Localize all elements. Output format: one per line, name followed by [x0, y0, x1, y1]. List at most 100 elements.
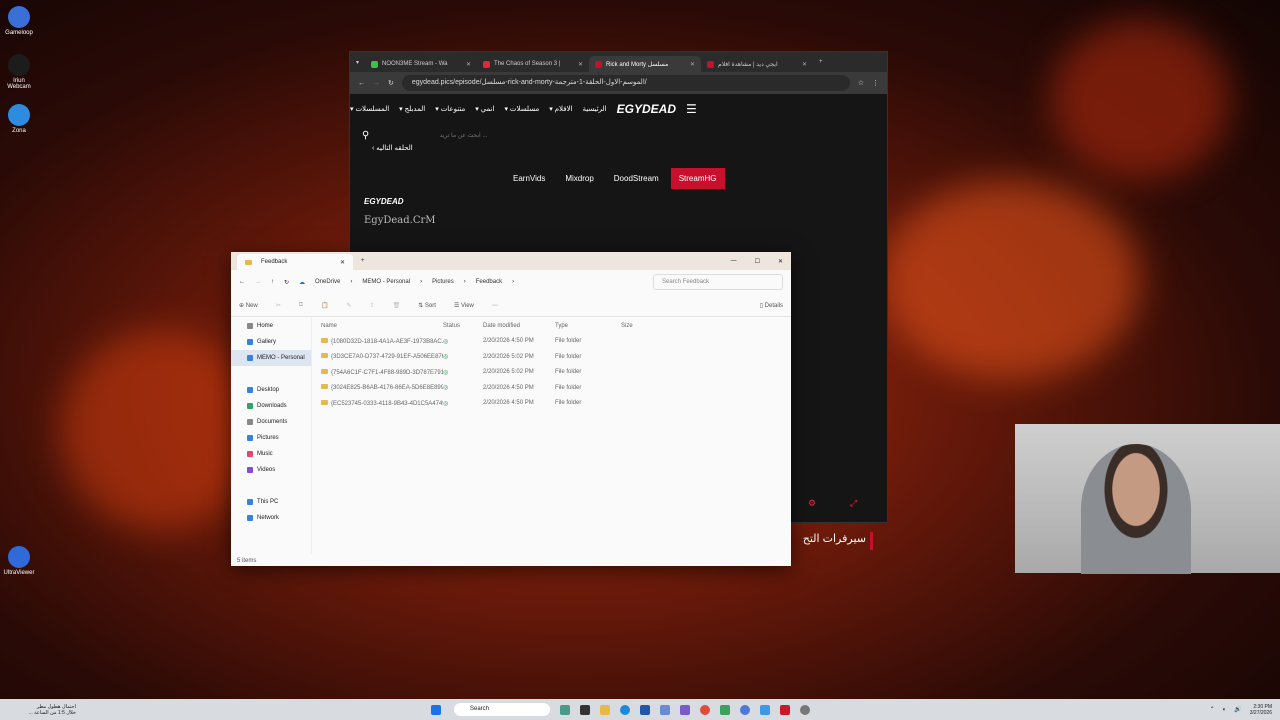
edge-icon[interactable]	[620, 704, 630, 715]
site-nav-item[interactable]: المسلسلات ▾	[350, 105, 389, 113]
close-tab-icon[interactable]: ✕	[802, 61, 807, 68]
chevron-up-icon[interactable]: ⌃	[1210, 706, 1215, 713]
forward-icon[interactable]: →	[373, 80, 380, 87]
site-nav-item[interactable]: متنوعات ▾	[435, 105, 465, 113]
breadcrumb-item[interactable]: MEMO - Personal	[362, 279, 410, 285]
column-header[interactable]: Name	[317, 323, 443, 329]
site-logo[interactable]: EGYDEAD	[617, 102, 676, 116]
start-icon[interactable]	[431, 704, 441, 715]
column-header[interactable]: Date modified	[483, 323, 555, 329]
star-icon[interactable]: ☆	[858, 79, 864, 87]
share-icon[interactable]: ⇪	[370, 302, 375, 309]
desktop-icon-0[interactable]: Gameloop	[2, 6, 36, 36]
nav-item[interactable]: MEMO - Personal	[231, 350, 311, 366]
player-fullscreen-icon[interactable]: ⤢	[850, 498, 857, 509]
desktop-icon-2[interactable]: Zona	[2, 104, 36, 134]
network-icon[interactable]: ◐	[1223, 707, 1227, 713]
delete-icon[interactable]: 🗑	[393, 302, 401, 309]
browser-tab[interactable]: ايجي ديد | مشاهدة افلام ✕	[701, 56, 813, 72]
explorer-tab[interactable]: Feedback ✕	[237, 254, 353, 270]
copy-icon[interactable]: ⧉	[299, 302, 303, 309]
widgets-icon[interactable]	[560, 704, 570, 715]
table-row[interactable]: {1080D32D-1818-4A1A-AE3F-1973B8AC... ◎ 2/2…	[317, 334, 791, 350]
taskbar-search[interactable]: Search	[454, 703, 550, 716]
close-icon[interactable]: ✕	[778, 258, 783, 265]
site-nav-item[interactable]: الرئيسية	[583, 105, 607, 113]
server-tab[interactable]: Mixdrop	[557, 168, 601, 189]
close-tab-icon[interactable]: ✕	[578, 61, 583, 68]
new-button[interactable]: ⊕ New	[239, 302, 258, 309]
app-icon[interactable]	[760, 704, 770, 715]
clock[interactable]: 2:30 PM 3/27/2026	[1250, 704, 1272, 716]
site-nav-item[interactable]: مسلسلات ▾	[504, 105, 539, 113]
close-tab-icon[interactable]: ✕	[340, 259, 345, 266]
nav-item[interactable]: Pictures	[231, 430, 311, 446]
maximize-icon[interactable]: ☐	[755, 258, 760, 265]
more-icon[interactable]: ⋯	[492, 302, 498, 309]
player-settings-icon[interactable]: ⚙	[808, 498, 816, 509]
nav-item[interactable]: This PC	[231, 494, 311, 510]
app-icon[interactable]	[780, 704, 790, 715]
view-button[interactable]: ☰ View	[454, 302, 474, 309]
browser-tab[interactable]: NOON3ME Stream - Wa ✕	[365, 56, 477, 72]
site-nav-item[interactable]: انمي ▾	[475, 105, 494, 113]
weather-widget[interactable]: احتمال هطول مطر خلال 1:5 من الساعة ...	[0, 704, 76, 716]
app-icon[interactable]	[720, 704, 730, 715]
minimize-icon[interactable]: —	[731, 258, 737, 265]
volume-icon[interactable]: 🔊	[1234, 706, 1241, 713]
back-icon[interactable]: ←	[358, 80, 365, 87]
breadcrumb-item[interactable]: OneDrive	[315, 279, 340, 285]
photos-icon[interactable]	[660, 704, 670, 715]
url-field[interactable]: egydead.pics/episode/مسلسل-rick-and-mort…	[401, 75, 850, 91]
browser-tab[interactable]: The Chaos of Season 3 | ✕	[477, 56, 589, 72]
column-header[interactable]: Type	[555, 323, 621, 329]
table-row[interactable]: {754A6C1F-C7F1-4F88-989D-3D787E791A... ◎ 2…	[317, 365, 791, 381]
nav-item[interactable]: Gallery	[231, 334, 311, 350]
browser-tab[interactable]: Rick and Morty مسلسل ✕	[589, 56, 702, 72]
nav-item[interactable]: Music	[231, 446, 311, 462]
desktop-icon-3[interactable]: UltraViewer	[2, 546, 36, 576]
nav-item[interactable]: Videos	[231, 462, 311, 478]
new-tab-icon[interactable]: +	[819, 59, 823, 65]
forward-icon[interactable]: →	[255, 279, 261, 285]
refresh-icon[interactable]: ↻	[284, 279, 289, 286]
file-explorer-icon[interactable]	[600, 704, 610, 715]
server-tab[interactable]: DoodStream	[606, 168, 667, 189]
close-tab-icon[interactable]: ✕	[466, 61, 471, 68]
site-nav-item[interactable]: الافلام ▾	[549, 105, 572, 113]
next-episode-link[interactable]: ‹ الحلقه التاليه	[372, 144, 413, 152]
back-icon[interactable]: ←	[239, 279, 245, 285]
table-row[interactable]: {3024E825-B6AB-4176-86EA-5D6E8E8992... ◎ 2…	[317, 380, 791, 396]
column-header[interactable]: Status	[443, 323, 483, 329]
nav-item[interactable]: Desktop	[231, 382, 311, 398]
close-tab-icon[interactable]: ✕	[690, 61, 695, 68]
chrome-icon[interactable]	[700, 704, 710, 715]
site-nav-item[interactable]: المدبلج ▾	[399, 105, 425, 113]
paste-icon[interactable]: 📋	[321, 302, 328, 309]
new-tab-icon[interactable]: +	[361, 258, 365, 264]
column-header[interactable]: Size	[621, 323, 651, 329]
nav-item[interactable]: Network	[231, 510, 311, 526]
menu-icon[interactable]: ⋮	[872, 79, 879, 87]
up-icon[interactable]: ↑	[271, 279, 274, 285]
site-search-input[interactable]: ابحث عن ما تريد ...	[377, 132, 488, 139]
settings-icon[interactable]	[800, 704, 810, 715]
app-icon[interactable]	[680, 704, 690, 715]
rename-icon[interactable]: ✎	[347, 302, 352, 309]
tab-list-icon[interactable]: ▾	[356, 59, 359, 66]
table-row[interactable]: {3D3CE7A0-D737-4729-91EF-A506EE876B... ◎ 2…	[317, 349, 791, 365]
server-tab[interactable]: EarnVids	[505, 168, 553, 189]
reload-icon[interactable]: ↻	[388, 79, 394, 87]
nav-item[interactable]: Home	[231, 318, 311, 334]
details-button[interactable]: ▯ Details	[760, 302, 783, 309]
task-view-icon[interactable]	[580, 704, 590, 715]
search-icon[interactable]: ⚲	[362, 130, 369, 141]
sort-button[interactable]: ⇅ Sort	[418, 302, 436, 309]
store-icon[interactable]	[640, 704, 650, 715]
desktop-icon-1[interactable]: Iriun Webcam	[2, 54, 36, 90]
nav-item[interactable]: Documents	[231, 414, 311, 430]
explorer-search-input[interactable]: Search Feedback	[653, 274, 783, 290]
table-row[interactable]: {EC523745-0333-4118-9B43-4D1C5A4745... ◎ 2…	[317, 396, 791, 412]
cut-icon[interactable]: ✂	[276, 302, 281, 309]
breadcrumb-item[interactable]: Feedback	[476, 279, 502, 285]
